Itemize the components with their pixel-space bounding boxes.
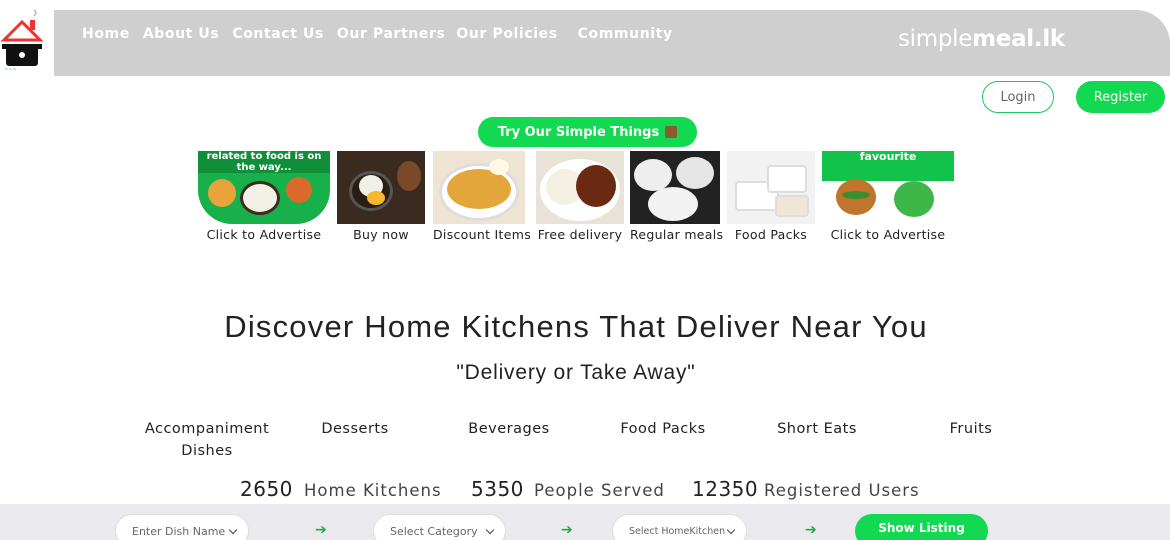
tile-advertise-left[interactable]: related to food is on the way... Click t…: [198, 151, 330, 242]
stat-registered-users-value: 12350: [692, 477, 759, 501]
tile-food-packs[interactable]: Food Packs: [727, 151, 815, 242]
advertise-banner-image: favourite: [822, 151, 954, 224]
category-food-packs[interactable]: Food Packs: [614, 418, 712, 440]
tile-free-delivery[interactable]: Free delivery: [536, 151, 624, 242]
nav-community[interactable]: Community: [578, 26, 673, 42]
tile-buy-now[interactable]: Buy now: [337, 151, 425, 242]
site-statistics: 2650 Home Kitchens 5350 People Served 12…: [0, 477, 1170, 503]
arrow-right-icon: ➔: [805, 522, 817, 538]
advertise-banner-image: related to food is on the way...: [198, 151, 330, 224]
svg-text:~~~: ~~~: [4, 67, 17, 73]
category-select[interactable]: Select Category: [373, 514, 506, 540]
dish-name-input[interactable]: Enter Dish Name: [115, 514, 249, 540]
dish-name-placeholder: Enter Dish Name: [132, 524, 226, 538]
category-fruits[interactable]: Fruits: [938, 418, 1004, 440]
advertise-banner-text: favourite: [859, 151, 917, 163]
try-simple-things-button[interactable]: Try Our Simple Things: [478, 117, 697, 147]
home-kitchen-placeholder: Select HomeKitchen: [629, 525, 726, 537]
stat-registered-users-label: Registered Users: [764, 481, 920, 500]
category-short-eats[interactable]: Short Eats: [770, 418, 864, 440]
register-button[interactable]: Register: [1076, 81, 1165, 113]
tile-regular-meals[interactable]: Regular meals: [630, 151, 724, 242]
regular-meals-image: [630, 151, 720, 224]
discount-items-image: [433, 151, 525, 224]
top-navbar: Home About Us Contact Us Our Partners Ou…: [54, 10, 1170, 76]
category-placeholder: Select Category: [390, 524, 478, 538]
arrow-right-icon: ➔: [315, 522, 327, 538]
tile-discount-items[interactable]: Discount Items: [433, 151, 532, 242]
login-button[interactable]: Login: [982, 81, 1054, 113]
free-delivery-image: [536, 151, 624, 224]
tile-label: Free delivery: [537, 227, 623, 242]
arrow-right-icon: ➔: [561, 522, 573, 538]
tile-label: Regular meals: [630, 227, 724, 242]
tile-label: Discount Items: [433, 227, 532, 242]
nav-home[interactable]: Home: [82, 26, 130, 42]
nav-links: Home About Us Contact Us Our Partners Ou…: [82, 26, 686, 42]
food-packs-image: [727, 151, 815, 224]
tile-advertise-right[interactable]: favourite Click to Advertise: [822, 151, 954, 242]
food-category-links: Accompaniment Dishes Desserts Beverages …: [134, 418, 1014, 466]
category-tiles: related to food is on the way... Click t…: [198, 151, 958, 246]
nav-contact-us[interactable]: Contact Us: [232, 26, 324, 42]
home-kitchen-select[interactable]: Select HomeKitchen: [612, 514, 747, 540]
site-logo[interactable]: ~~~: [0, 9, 52, 74]
chevron-down-icon: [228, 525, 238, 535]
hero-title: Discover Home Kitchens That Deliver Near…: [224, 309, 928, 344]
search-filter-bar: Enter Dish Name ➔ Select Category ➔ Sele…: [0, 504, 1170, 540]
nav-our-partners[interactable]: Our Partners: [337, 26, 445, 42]
advertise-banner-text: related to food is on the way...: [198, 151, 330, 173]
stat-people-served-value: 5350: [471, 477, 524, 501]
stat-home-kitchens-label: Home Kitchens: [304, 481, 442, 500]
category-beverages[interactable]: Beverages: [462, 418, 556, 440]
stat-people-served-label: People Served: [534, 481, 665, 500]
chevron-down-icon: [485, 525, 495, 535]
food-icon: [665, 126, 678, 138]
brand-part-2: meal.lk: [972, 26, 1065, 52]
category-accompaniment-dishes[interactable]: Accompaniment Dishes: [134, 418, 280, 462]
brand-wordmark[interactable]: simplemeal.lk: [898, 26, 1065, 52]
hero-subtitle: "Delivery or Take Away": [456, 361, 696, 384]
show-listing-button[interactable]: Show Listing: [855, 514, 988, 540]
try-label: Try Our Simple Things: [497, 124, 660, 140]
tile-label: Click to Advertise: [206, 227, 322, 242]
tile-label: Food Packs: [734, 227, 808, 242]
category-desserts[interactable]: Desserts: [310, 418, 400, 440]
tile-label: Click to Advertise: [830, 227, 946, 242]
nav-our-policies[interactable]: Our Policies: [456, 26, 557, 42]
brand-part-1: simple: [898, 26, 973, 52]
nav-about-us[interactable]: About Us: [143, 26, 220, 42]
chevron-down-icon: [726, 525, 736, 535]
stat-home-kitchens-value: 2650: [240, 477, 293, 501]
buy-now-image: [337, 151, 425, 224]
tile-label: Buy now: [353, 227, 409, 242]
